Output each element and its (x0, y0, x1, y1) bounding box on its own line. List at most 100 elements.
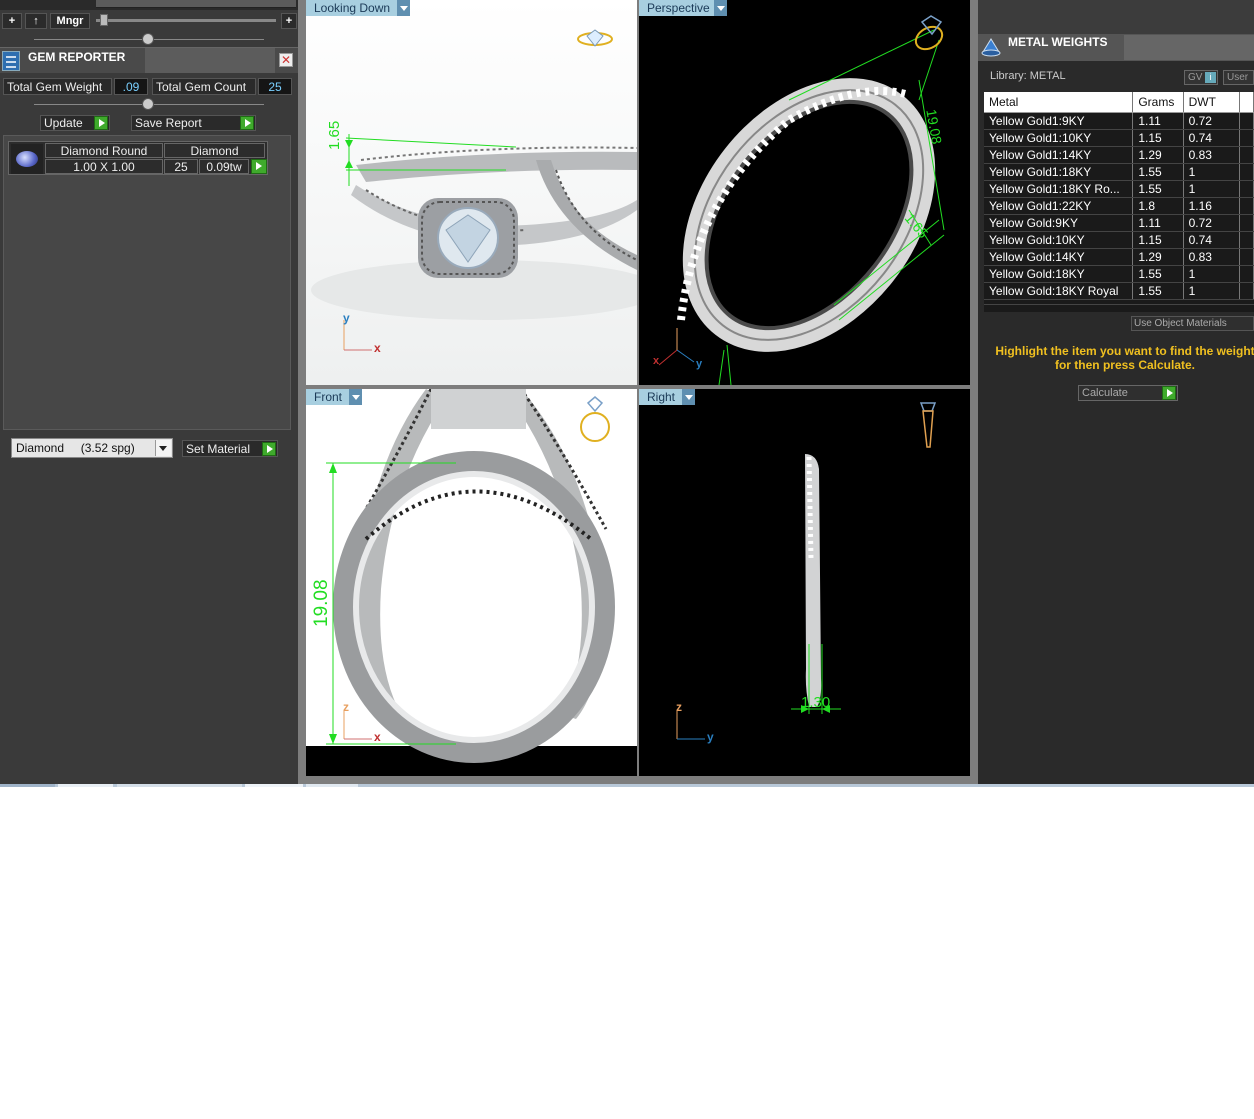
left-panel: + ↑ Mngr + GEM REPORTER ✕ Total Gem Weig… (0, 0, 298, 787)
metal-table-container: Metal Grams DWT Yellow Gold1:9KY 1.11 0.72… (984, 92, 1254, 312)
table-row[interactable]: Yellow Gold1:14KY 1.29 0.83 (984, 146, 1254, 164)
axis-label-y: y (696, 358, 703, 370)
play-icon (251, 159, 267, 175)
viewport-label: Perspective (647, 1, 710, 15)
play-icon (240, 116, 254, 130)
viewport-label: Right (647, 390, 676, 404)
use-object-materials-label: Use Object Materials (1134, 318, 1227, 329)
chevron-down-icon[interactable] (397, 0, 410, 16)
total-gem-count-label: Total Gem Count (152, 78, 256, 95)
diamond-round-icon (11, 144, 43, 174)
cell-extra (1239, 112, 1254, 130)
cell-dwt: 1 (1183, 163, 1240, 181)
material-select-value: Diamond (3.52 spg) (16, 441, 135, 455)
table-row[interactable]: Yellow Gold1:9KY 1.11 0.72 (984, 112, 1254, 130)
viewport-tab-looking-down[interactable]: Looking Down (306, 0, 410, 16)
cell-extra (1239, 248, 1254, 266)
gem-list-item[interactable]: Diamond Round Diamond 1.00 X 1.00 25 0.0… (8, 141, 268, 175)
collapse-handle-icon[interactable] (142, 33, 154, 45)
move-up-button[interactable]: ↑ (25, 13, 47, 29)
axis-label-z: z (676, 700, 682, 714)
chevron-down-icon[interactable] (714, 0, 727, 16)
table-row[interactable]: Yellow Gold:14KY 1.29 0.83 (984, 248, 1254, 266)
viewport-right[interactable]: Right 1.30 z y (639, 389, 970, 776)
cell-dwt: 0.74 (1183, 129, 1240, 147)
axis-label-x: x (374, 730, 381, 744)
play-icon (94, 116, 108, 130)
table-row[interactable]: Yellow Gold1:18KY Ro... 1.55 1 (984, 180, 1254, 198)
cell-grams: 1.15 (1132, 231, 1184, 249)
column-header-extra (1239, 92, 1254, 113)
update-button[interactable]: Update (40, 115, 110, 131)
ring-side-render (676, 402, 937, 740)
cell-metal: Yellow Gold1:9KY (984, 112, 1134, 130)
table-row[interactable]: Yellow Gold1:22KY 1.8 1.16 (984, 197, 1254, 215)
gem-weight: 0.09tw (199, 159, 249, 174)
manager-button[interactable]: Mngr (50, 13, 90, 29)
table-row[interactable]: Yellow Gold:9KY 1.11 0.72 (984, 214, 1254, 232)
material-select[interactable]: Diamond (3.52 spg) (11, 438, 173, 458)
start-button[interactable] (0, 784, 55, 787)
set-material-button[interactable]: Set Material (182, 440, 278, 457)
save-report-button[interactable]: Save Report (131, 115, 256, 131)
table-row[interactable]: Yellow Gold:10KY 1.15 0.74 (984, 231, 1254, 249)
collapse-handle-icon-2[interactable] (142, 98, 154, 110)
zoom-slider[interactable] (96, 14, 276, 26)
cell-extra (1239, 282, 1254, 300)
total-gem-weight-label: Total Gem Weight (3, 78, 112, 95)
viewport-tab-perspective[interactable]: Perspective (639, 0, 727, 16)
column-header-metal[interactable]: Metal (984, 92, 1134, 113)
add-button[interactable]: + (2, 13, 22, 29)
gem-reporter-tab-bg (145, 48, 275, 73)
taskbar-item[interactable] (306, 784, 358, 787)
user-toggle[interactable]: User (1223, 70, 1254, 85)
metal-weights-header: METAL WEIGHTS (978, 34, 1254, 61)
viewport-front[interactable]: Front 19.08 z x (306, 389, 637, 776)
cell-metal: Yellow Gold:18KY Royal (984, 282, 1134, 300)
gem-weight-go-button[interactable] (251, 159, 267, 175)
zoom-plus-button[interactable]: + (281, 13, 297, 29)
cell-grams: 1.55 (1132, 282, 1184, 300)
viewport-tab-right[interactable]: Right (639, 389, 695, 405)
dimension-label: 19.08 (311, 579, 332, 627)
right-panel-top (978, 0, 1254, 34)
table-row[interactable]: Yellow Gold1:10KY 1.15 0.74 (984, 129, 1254, 147)
top-icon-strip (0, 0, 298, 10)
table-row[interactable]: Yellow Gold:18KY Royal 1.55 1 (984, 282, 1254, 300)
use-object-materials-button[interactable]: Use Object Materials (1131, 316, 1254, 331)
taskbar-item[interactable] (58, 784, 113, 787)
total-gem-weight-value: .09 (114, 78, 148, 95)
cell-dwt: 1 (1183, 282, 1240, 300)
cell-extra (1239, 129, 1254, 147)
cell-extra (1239, 146, 1254, 164)
cell-dwt: 0.74 (1183, 231, 1240, 249)
viewport-perspective[interactable]: Perspective 19.08 1.65 x y (639, 0, 970, 385)
calculate-button[interactable]: Calculate (1078, 385, 1178, 401)
cell-grams: 1.8 (1132, 197, 1184, 215)
table-row[interactable]: Yellow Gold:18KY 1.55 1 (984, 265, 1254, 283)
zoom-slider-thumb[interactable] (100, 14, 108, 26)
chevron-down-icon[interactable] (349, 389, 362, 405)
cell-dwt: 1.16 (1183, 197, 1240, 215)
right-panel: METAL WEIGHTS Library: METAL GV i User M… (978, 0, 1254, 787)
axis-label-y: y (707, 730, 714, 744)
gv-toggle[interactable]: GV i (1184, 70, 1218, 85)
gem-reporter-header: GEM REPORTER ✕ (0, 47, 298, 73)
table-row[interactable]: Yellow Gold1:18KY 1.55 1 (984, 163, 1254, 181)
axis-label-x: x (374, 341, 381, 355)
metal-weights-icon (980, 36, 1002, 58)
viewport-tab-front[interactable]: Front (306, 389, 362, 405)
chevron-down-icon[interactable] (155, 440, 171, 456)
viewport-looking-down[interactable]: Looking Down 1.65 y x (306, 0, 637, 385)
taskbar-item[interactable] (245, 784, 303, 787)
app-window: + ↑ Mngr + GEM REPORTER ✕ Total Gem Weig… (0, 0, 1254, 787)
taskbar (0, 784, 1254, 787)
close-icon[interactable]: ✕ (279, 53, 293, 67)
column-header-dwt[interactable]: DWT (1183, 92, 1240, 113)
table-partial-row (984, 304, 1254, 312)
play-icon (262, 442, 276, 456)
column-header-grams[interactable]: Grams (1132, 92, 1184, 113)
cell-metal: Yellow Gold:14KY (984, 248, 1134, 266)
taskbar-item[interactable] (117, 784, 242, 787)
chevron-down-icon[interactable] (682, 389, 695, 405)
